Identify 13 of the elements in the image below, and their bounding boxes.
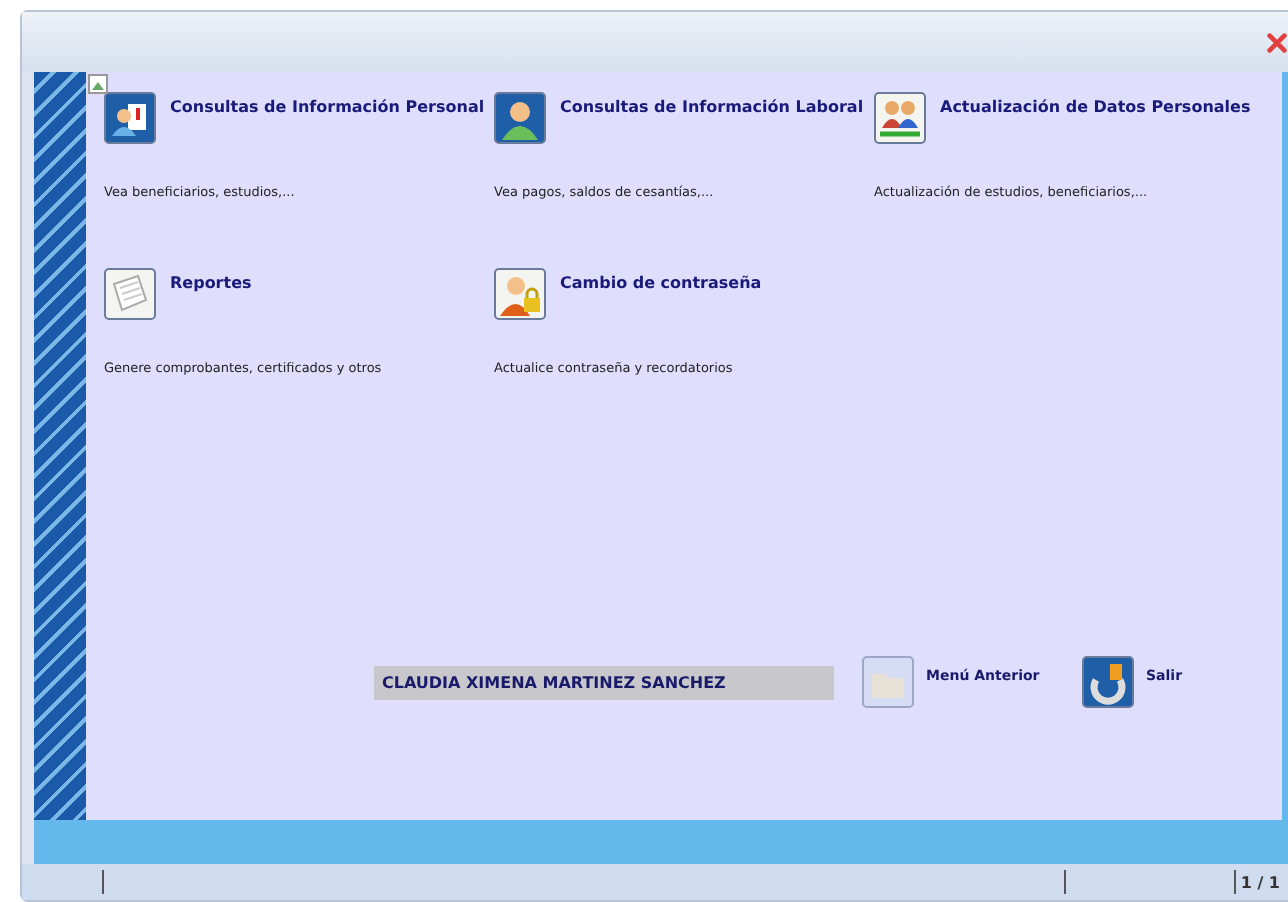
documents-icon[interactable] bbox=[104, 268, 156, 320]
id-card-person-icon[interactable] bbox=[104, 92, 156, 144]
person-lock-icon[interactable] bbox=[494, 268, 546, 320]
option-title[interactable]: Reportes bbox=[170, 268, 252, 292]
person-icon[interactable] bbox=[494, 92, 546, 144]
page-indicator: 1 / 1 bbox=[1238, 873, 1282, 891]
option-title[interactable]: Consultas de Información Personal bbox=[170, 92, 485, 116]
broken-image-icon bbox=[88, 74, 108, 94]
option-title[interactable]: Actualización de Datos Personales bbox=[940, 92, 1251, 116]
option-title[interactable]: Consultas de Información Laboral bbox=[560, 92, 864, 116]
option-title[interactable]: Cambio de contraseña bbox=[560, 268, 762, 292]
user-name: CLAUDIA XIMENA MARTINEZ SANCHEZ bbox=[374, 665, 834, 699]
close-icon[interactable] bbox=[1266, 31, 1288, 53]
